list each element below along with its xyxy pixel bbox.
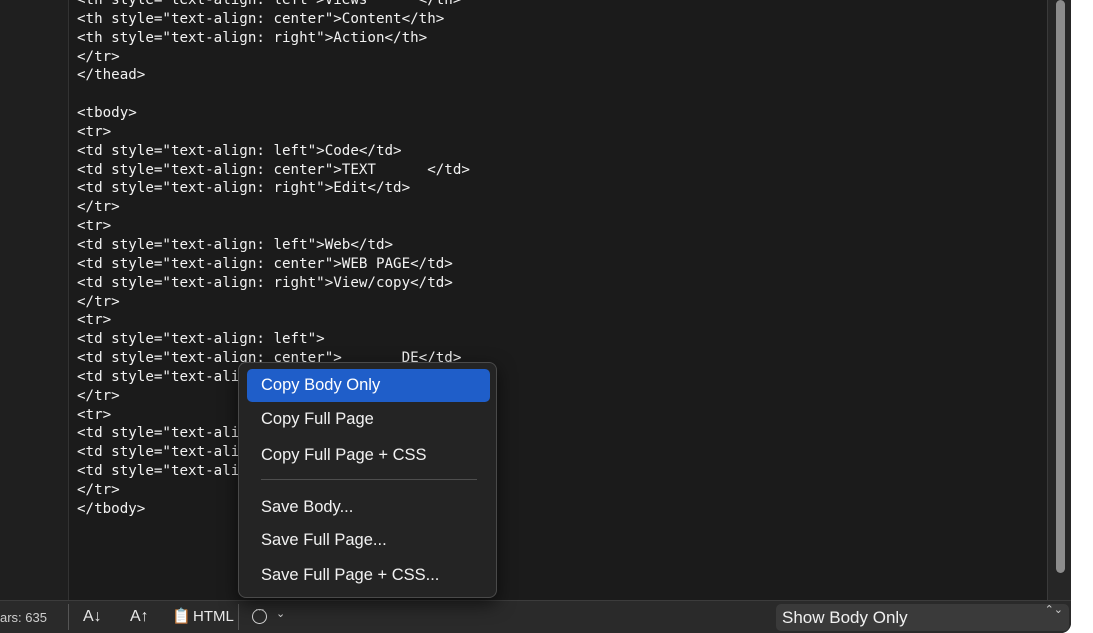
code-editor[interactable]: <th style="text-align: left">Views </th>… (69, 0, 1047, 600)
clipboard-icon[interactable]: 📋 (172, 605, 191, 629)
menu-item-save-full-page-css[interactable]: Save Full Page + CSS... (247, 559, 490, 592)
copy-save-menu: Copy Body Only Copy Full Page Copy Full … (238, 362, 497, 598)
code-line: </thead> (77, 67, 146, 84)
char-count: ars: 635 (0, 610, 47, 625)
menu-item-save-full-page[interactable]: Save Full Page... (247, 524, 490, 557)
code-line: <th style="text-align: right">Action</th… (77, 29, 428, 46)
code-line: </tr> (77, 293, 120, 310)
code-line: <td style="text-align: center">TEXT </td… (77, 161, 470, 178)
line-gutter (0, 0, 69, 600)
status-divider (68, 604, 69, 630)
code-line: <td style="text-align: left">Code</td> (77, 142, 402, 159)
menu-item-copy-full-page-css[interactable]: Copy Full Page + CSS (247, 439, 490, 472)
menu-separator (261, 479, 477, 480)
menu-item-copy-body-only[interactable]: Copy Body Only (247, 369, 490, 402)
code-line: <td style="text-align: center">WEB PAGE<… (77, 255, 453, 272)
more-options-button[interactable]: ··· (252, 604, 267, 624)
app-window: <th style="text-align: left">Views </th>… (0, 0, 1071, 633)
code-line: <th style="text-align: left">Views </th> (77, 0, 462, 8)
code-line: <td style="text-align: right">Edit</td> (77, 180, 411, 197)
code-line: <td style="text-align: left"> (77, 331, 325, 348)
vertical-scrollbar[interactable] (1047, 0, 1071, 600)
code-line: <th style="text-align: center">Content</… (77, 10, 445, 27)
code-line: <tbody> (77, 105, 137, 122)
code-line: <td style="text-align: left">Web</td> (77, 236, 394, 253)
view-mode-select[interactable]: Show Body Only ⌃⌄ (776, 604, 1069, 631)
code-line: <td style="text-align: right">View/copy<… (77, 274, 453, 291)
code-line: <tr> (77, 123, 112, 140)
code-line: <tr> (77, 312, 112, 329)
scrollbar-thumb[interactable] (1056, 0, 1065, 573)
status-bar: ars: 635 A↓ A↑ 📋 HTML ··· ⌄ Show Body On… (0, 600, 1071, 633)
updown-arrows-icon: ⌃⌄ (1044, 604, 1063, 616)
code-line: </tr> (77, 199, 120, 216)
status-divider (238, 604, 239, 630)
sort-ascending-button[interactable]: A↓ (83, 605, 102, 629)
view-mode-value: Show Body Only (782, 608, 908, 627)
ellipsis-icon: ··· (254, 604, 265, 616)
sort-descending-button[interactable]: A↑ (130, 605, 149, 629)
menu-item-copy-full-page[interactable]: Copy Full Page (247, 403, 490, 436)
menu-item-save-body[interactable]: Save Body... (247, 491, 490, 524)
code-line: </tr> (77, 48, 120, 65)
chevron-down-icon[interactable]: ⌄ (276, 607, 285, 620)
code-line: <tr> (77, 218, 112, 235)
html-mode-label[interactable]: HTML (193, 605, 234, 629)
